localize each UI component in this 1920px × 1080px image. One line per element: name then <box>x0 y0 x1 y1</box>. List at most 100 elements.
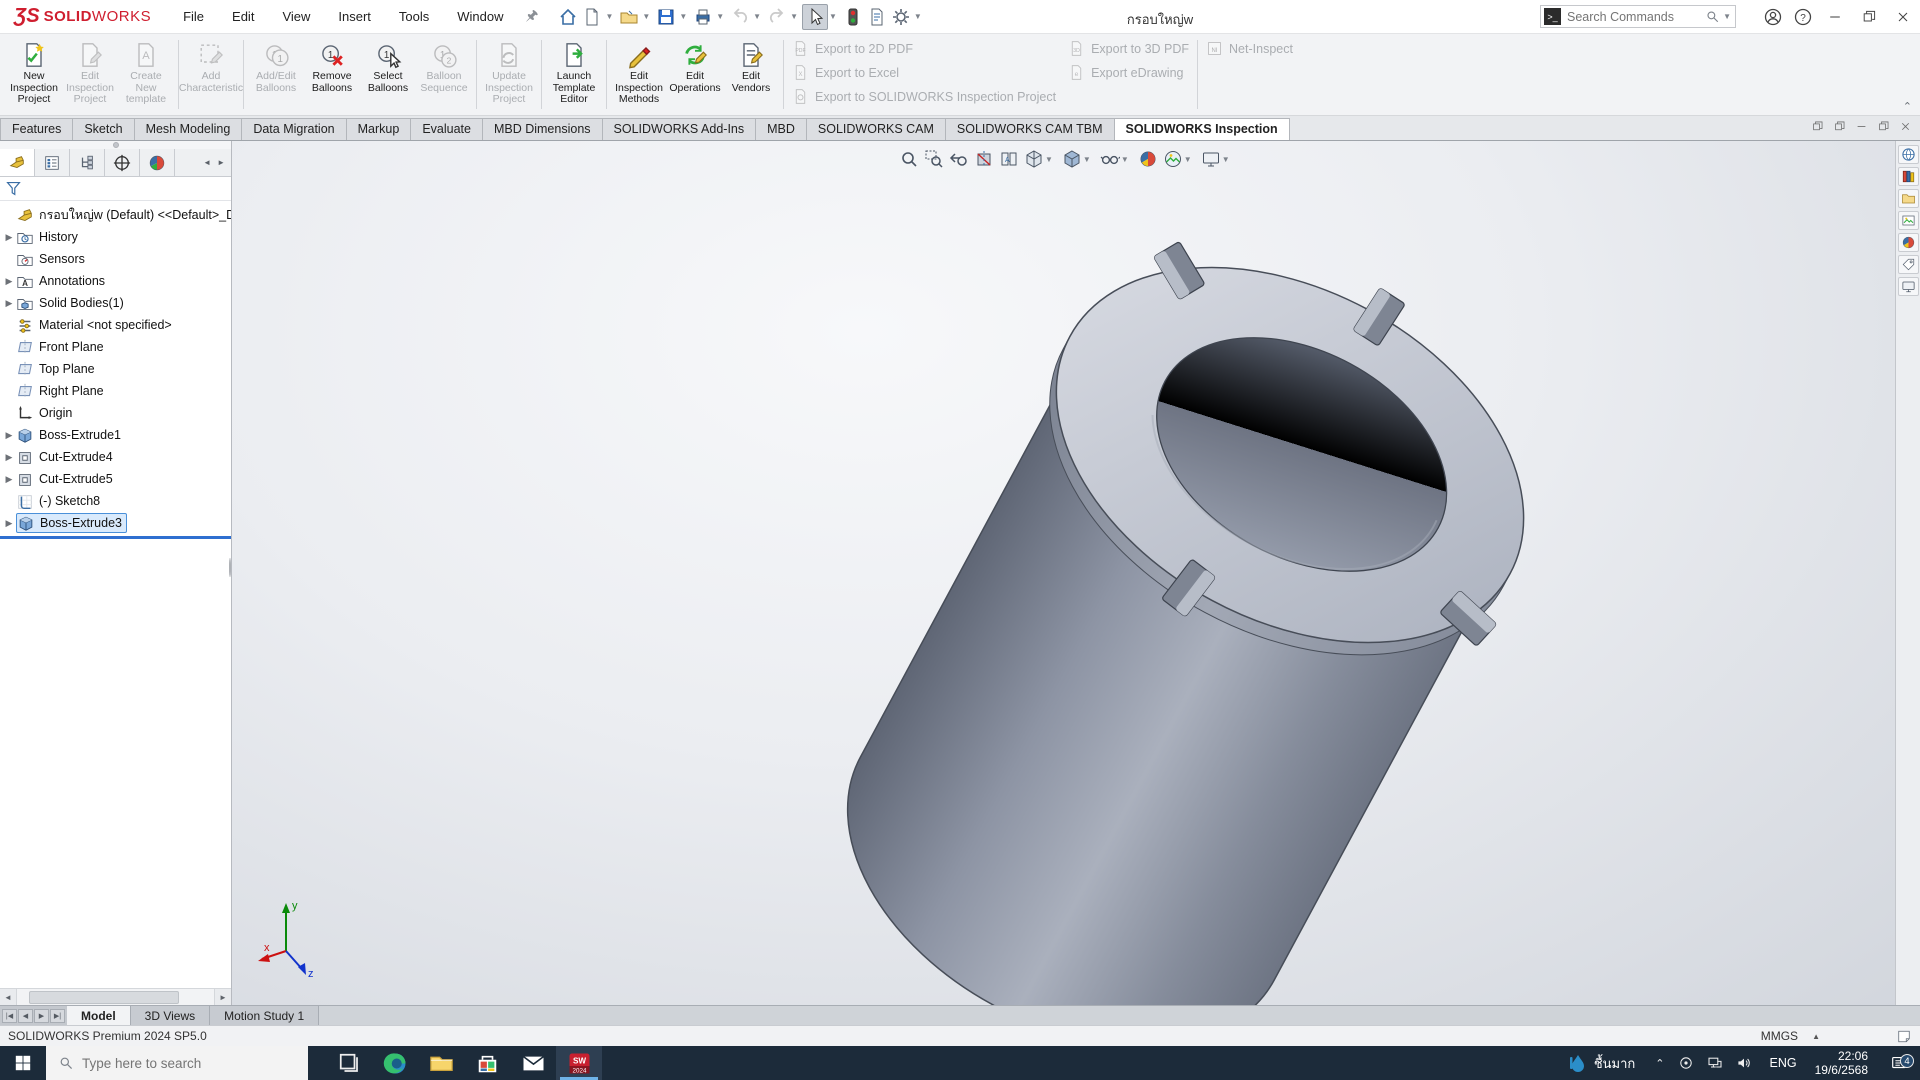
select-balloons-button[interactable]: 1Select Balloons <box>360 37 416 112</box>
doc-close-button[interactable] <box>1899 120 1912 133</box>
tree-item-boss-extrude1[interactable]: ▶Boss-Extrude1 <box>0 424 231 446</box>
tree-item-boss-extrude3[interactable]: ▶Boss-Extrude3 <box>0 512 231 534</box>
tab-solidworks-inspection[interactable]: SOLIDWORKS Inspection <box>1114 118 1290 140</box>
doc-pane-button[interactable] <box>1833 120 1846 133</box>
doc-minimize-button[interactable] <box>1855 120 1868 133</box>
redo-dropdown-caret[interactable]: ▼ <box>789 12 802 21</box>
ribbon-collapse-caret[interactable]: ⌃ <box>1903 100 1912 113</box>
panel-tab-propertymanager[interactable] <box>35 149 70 176</box>
previous-view-button[interactable] <box>948 147 970 171</box>
taskbar-search-input[interactable] <box>82 1056 308 1071</box>
panel-tab-displaymanager[interactable] <box>140 149 175 176</box>
filter-funnel-icon[interactable] <box>5 180 22 197</box>
add-edit-balloons-button[interactable]: 11Add/Edit Balloons <box>248 37 304 112</box>
tree-item-origin[interactable]: Origin <box>0 402 231 424</box>
new-dropdown-caret[interactable]: ▼ <box>604 12 617 21</box>
next-tab-button[interactable]: ▶ <box>34 1009 49 1023</box>
start-button[interactable] <box>0 1046 46 1080</box>
apply-scene-dropdown-caret[interactable]: ▼ <box>1183 155 1196 164</box>
weather-widget[interactable]: ชื้นมาก <box>1558 1053 1645 1074</box>
export-edrawing-button[interactable]: eExport eDrawing <box>1068 64 1189 81</box>
view-palette-button[interactable] <box>1898 211 1919 230</box>
print-button[interactable] <box>691 5 715 29</box>
expand-arrow[interactable]: ▶ <box>2 452 16 463</box>
tab-data-migration[interactable]: Data Migration <box>241 118 346 140</box>
menu-file[interactable]: File <box>171 5 216 28</box>
taskbar-app-mail[interactable] <box>510 1046 556 1080</box>
export-to-3d-pdf-button[interactable]: 3DExport to 3D PDF <box>1068 40 1189 57</box>
export-to-solidworks-inspection-project-button[interactable]: Export to SOLIDWORKS Inspection Project <box>792 88 1056 105</box>
appearances-scenes-button[interactable] <box>1898 233 1919 252</box>
rebuild-button[interactable] <box>841 5 865 29</box>
new-button[interactable] <box>580 5 604 29</box>
tab-sketch[interactable]: Sketch <box>72 118 134 140</box>
scroll-right-button[interactable]: ► <box>214 989 231 1005</box>
edit-inspection-project-button[interactable]: Edit Inspection Project <box>62 37 118 112</box>
options-button[interactable] <box>889 5 913 29</box>
dynamic-annotation-views-button[interactable]: A <box>998 147 1020 171</box>
status-tag-icon[interactable] <box>1896 1029 1912 1044</box>
export-to-excel-button[interactable]: XExport to Excel <box>792 64 1056 81</box>
print-dropdown-caret[interactable]: ▼ <box>715 12 728 21</box>
panel-tab-scroll-left[interactable]: ◄ <box>203 158 211 167</box>
redo-button[interactable] <box>765 5 789 29</box>
panel-tab-dimxpertmanager[interactable] <box>105 149 140 176</box>
custom-properties-button[interactable] <box>1898 255 1919 274</box>
expand-arrow[interactable]: ▶ <box>2 276 16 287</box>
menu-insert[interactable]: Insert <box>326 5 383 28</box>
last-tab-button[interactable]: ▶| <box>50 1009 65 1023</box>
first-tab-button[interactable]: |◀ <box>2 1009 17 1023</box>
search-dropdown-caret[interactable]: ▼ <box>1722 12 1735 21</box>
tab-features[interactable]: Features <box>0 118 73 140</box>
taskbar-app-solidworks-2024[interactable]: SW2024 <box>556 1046 602 1080</box>
open-dropdown-caret[interactable]: ▼ <box>641 12 654 21</box>
minimize-button[interactable] <box>1818 0 1852 34</box>
tree-item-cut-extrude5[interactable]: ▶Cut-Extrude5 <box>0 468 231 490</box>
tree-item-sketch8[interactable]: (-) Sketch8 <box>0 490 231 512</box>
expand-arrow[interactable]: ▶ <box>2 298 16 309</box>
network-icon[interactable] <box>1707 1055 1723 1071</box>
menu-edit[interactable]: Edit <box>220 5 266 28</box>
taskbar-app-edge[interactable] <box>372 1046 418 1080</box>
tab-mesh-modeling[interactable]: Mesh Modeling <box>134 118 243 140</box>
net-inspect-button[interactable]: NINet-Inspect <box>1206 40 1293 57</box>
volume-icon[interactable] <box>1736 1055 1752 1071</box>
launch-template-editor-button[interactable]: Launch Template Editor <box>546 37 602 112</box>
model-3d-cylinder[interactable] <box>0 141 1920 1005</box>
section-view-button[interactable] <box>973 147 995 171</box>
options-dropdown-caret[interactable]: ▼ <box>913 12 926 21</box>
home-button[interactable] <box>556 5 580 29</box>
select-dropdown-caret[interactable]: ▼ <box>828 12 841 21</box>
tree-root-item[interactable]: กรอบใหญ่w (Default) <<Default>_Displ <box>0 204 231 226</box>
hidden-icons-chevron[interactable]: ⌃ <box>1655 1057 1664 1070</box>
language-indicator[interactable]: ENG <box>1762 1056 1805 1070</box>
edit-vendors-button[interactable]: Edit Vendors <box>723 37 779 112</box>
expand-arrow[interactable]: ▶ <box>2 430 16 441</box>
add-characteristic-button[interactable]: Add Characteristic <box>183 37 239 112</box>
help-icon[interactable]: ? <box>1788 2 1818 32</box>
expand-arrow[interactable]: ▶ <box>2 474 16 485</box>
view-settings-dropdown-caret[interactable]: ▼ <box>1221 155 1234 164</box>
doc-tab-model[interactable]: Model <box>67 1006 131 1025</box>
graphics-viewport[interactable] <box>0 141 1920 1005</box>
scroll-left-button[interactable]: ◄ <box>0 989 17 1005</box>
menu-tools[interactable]: Tools <box>387 5 441 28</box>
doc-tab-3d-views[interactable]: 3D Views <box>131 1006 210 1025</box>
panel-horizontal-scrollbar[interactable]: ◄ ► <box>0 988 231 1005</box>
remove-balloons-button[interactable]: 1Remove Balloons <box>304 37 360 112</box>
clock[interactable]: 22:06 19/6/2568 <box>1805 1049 1878 1077</box>
design-library-button[interactable] <box>1898 167 1919 186</box>
update-inspection-project-button[interactable]: Update Inspection Project <box>481 37 537 112</box>
edit-operations-button[interactable]: Edit Operations <box>667 37 723 112</box>
solidworks-forum-button[interactable] <box>1898 277 1919 296</box>
tree-item-cut-extrude4[interactable]: ▶Cut-Extrude4 <box>0 446 231 468</box>
hide-show-items-dropdown-caret[interactable]: ▼ <box>1120 155 1133 164</box>
display-style-dropdown-caret[interactable]: ▼ <box>1082 155 1095 164</box>
zoom-to-area-button[interactable] <box>923 147 945 171</box>
action-center-button[interactable]: 4 <box>1878 1054 1920 1072</box>
account-icon[interactable] <box>1758 2 1788 32</box>
scrollbar-track[interactable] <box>17 989 214 1005</box>
view-settings-button[interactable]: ▼ <box>1200 147 1235 171</box>
apply-scene-button[interactable]: ▼ <box>1162 147 1197 171</box>
doc-dock-button[interactable] <box>1811 120 1824 133</box>
